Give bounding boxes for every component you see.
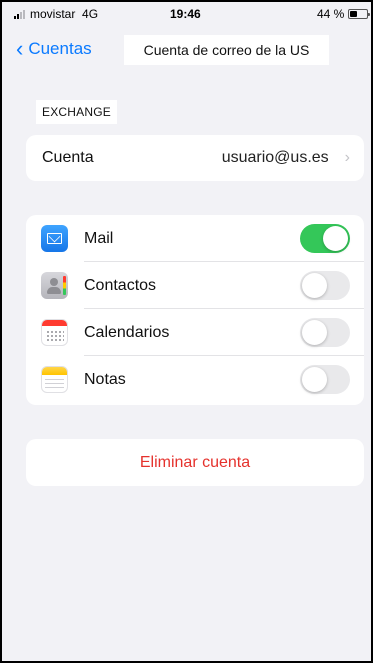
delete-account-label: Eliminar cuenta — [139, 453, 251, 471]
network-type: 4G — [82, 7, 99, 21]
service-row-calendars: Calendarios — [26, 309, 364, 356]
status-bar: movistar 4G 19:46 44 % — [2, 2, 371, 26]
back-label: Cuentas — [28, 39, 92, 58]
contacts-toggle[interactable] — [300, 271, 350, 300]
phone-screen: movistar 4G 19:46 44 % ‹ Cuentas Cuenta … — [0, 0, 373, 663]
battery-percent: 44 % — [317, 7, 345, 21]
notes-toggle[interactable] — [300, 365, 350, 394]
service-name: Contactos — [84, 276, 157, 294]
signal-icon — [14, 10, 25, 19]
service-name: Calendarios — [84, 323, 170, 341]
account-row[interactable]: Cuenta usuario@us.es › — [26, 135, 364, 181]
delete-account-button[interactable]: Eliminar cuenta — [26, 439, 364, 486]
page-title: Cuenta de correo de la US — [124, 35, 329, 65]
account-label: Cuenta — [42, 149, 94, 166]
clock: 19:46 — [170, 7, 201, 21]
service-name: Mail — [84, 229, 114, 247]
service-name: Notas — [84, 370, 126, 388]
mail-icon — [41, 225, 68, 252]
back-button[interactable]: ‹ Cuentas — [16, 38, 92, 60]
calendars-toggle[interactable] — [300, 318, 350, 347]
section-header: EXCHANGE — [36, 100, 117, 124]
services-card: Mail Contactos Calendarios Notas — [26, 215, 364, 405]
contacts-icon — [41, 272, 68, 299]
account-card: Cuenta usuario@us.es › — [26, 135, 364, 181]
notes-icon — [41, 366, 68, 393]
service-row-notes: Notas — [26, 356, 364, 403]
battery-icon — [348, 9, 370, 19]
service-row-contacts: Contactos — [26, 262, 364, 309]
carrier-name: movistar 4G — [30, 7, 99, 21]
service-row-mail: Mail — [26, 215, 364, 262]
calendar-icon — [41, 319, 68, 346]
mail-toggle[interactable] — [300, 224, 350, 253]
chevron-left-icon: ‹ — [16, 36, 24, 61]
chevron-right-icon: › — [344, 149, 350, 166]
account-email: usuario@us.es — [221, 149, 329, 166]
